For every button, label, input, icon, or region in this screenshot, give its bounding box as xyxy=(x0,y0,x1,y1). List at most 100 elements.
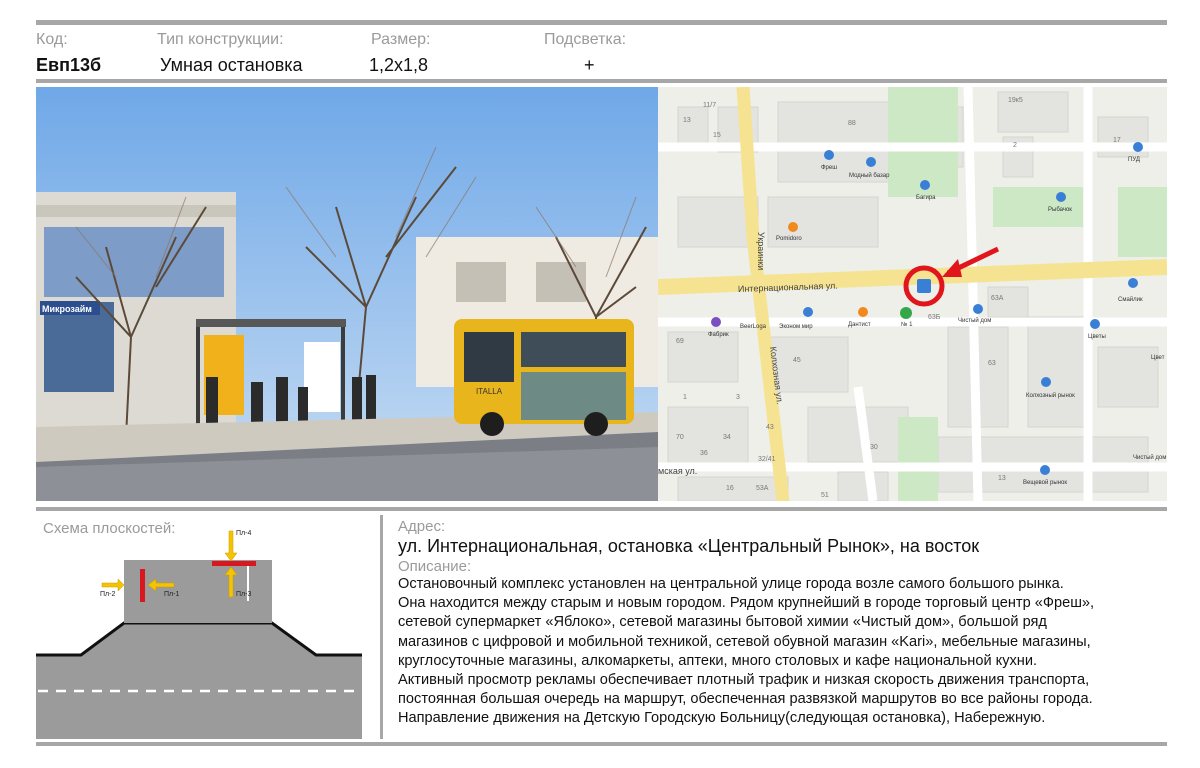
header-rule xyxy=(36,79,1167,83)
svg-text:Смайлик: Смайлик xyxy=(1118,296,1143,303)
svg-text:63: 63 xyxy=(988,360,996,367)
shop-icon xyxy=(1041,377,1051,387)
svg-text:70: 70 xyxy=(676,434,684,441)
shop-icon xyxy=(824,150,834,160)
plane-4-label: Пл-4 xyxy=(236,530,251,537)
svg-text:11/7: 11/7 xyxy=(703,102,716,109)
light-label: Подсветка: xyxy=(544,31,627,48)
svg-text:15: 15 xyxy=(713,132,721,139)
shop-icon xyxy=(1090,319,1100,329)
svg-text:Цвет: Цвет xyxy=(1151,355,1165,361)
bus: ITALLA xyxy=(454,319,634,436)
plane-2-arrow xyxy=(101,578,125,592)
svg-text:Вещевой рынок: Вещевой рынок xyxy=(1023,479,1067,486)
code-value: Евп13б xyxy=(36,55,102,75)
street-internatsionalnaya: Интернациональная ул. xyxy=(738,281,838,294)
description-line: Она находится между старым и новым город… xyxy=(398,595,1095,612)
svg-text:32/41: 32/41 xyxy=(758,456,776,463)
address-label: Адрес: xyxy=(398,518,446,535)
svg-text:BeerLoga: BeerLoga xyxy=(740,324,767,330)
plane-1-label: Пл-1 xyxy=(164,591,179,598)
plane-3-label: Пл-3 xyxy=(236,591,251,598)
svg-text:Pomidoro: Pomidoro xyxy=(776,236,802,242)
road xyxy=(36,623,362,739)
shop-icon xyxy=(1133,142,1143,152)
svg-text:19к5: 19к5 xyxy=(1008,97,1023,104)
svg-text:Модный базар: Модный базар xyxy=(849,172,890,179)
svg-text:53А: 53А xyxy=(756,485,769,492)
shop-icon xyxy=(1128,278,1138,288)
description-line: Остановочный комплекс установлен на цент… xyxy=(398,576,1064,592)
description-text: Остановочный комплекс установлен на цент… xyxy=(398,575,1168,729)
shop-icon xyxy=(788,222,798,232)
svg-text:16: 16 xyxy=(726,485,734,492)
description-line: круглосуточные магазины, алкомаркеты, ап… xyxy=(398,652,1038,669)
plane-4-panel xyxy=(212,561,256,566)
shop-icon xyxy=(1040,465,1050,475)
bus-label: ITALLA xyxy=(476,387,503,396)
svg-text:69: 69 xyxy=(676,338,684,345)
svg-text:88: 88 xyxy=(848,120,856,127)
pharmacy-icon xyxy=(900,307,912,319)
description-label: Описание: xyxy=(398,558,472,575)
type-label: Тип конструкции: xyxy=(157,31,284,48)
code-label: Код: xyxy=(36,31,68,48)
shop-icon xyxy=(803,307,813,317)
description-line: Активный просмотр рекламы обеспечивает п… xyxy=(398,672,1090,689)
street-ukrainskaya: Украинки xyxy=(756,232,766,270)
svg-text:Колхозный рынок: Колхозный рынок xyxy=(1026,392,1075,399)
svg-text:51: 51 xyxy=(821,492,829,499)
svg-text:Чистый дом: Чистый дом xyxy=(958,317,991,324)
svg-text:36: 36 xyxy=(700,450,708,457)
location-map: Интернациональная ул. Украинки Колхозная… xyxy=(658,87,1167,501)
svg-text:45: 45 xyxy=(793,357,801,364)
svg-text:43: 43 xyxy=(766,424,774,431)
svg-text:№ 1: № 1 xyxy=(901,321,913,328)
svg-text:ПУД: ПУД xyxy=(1128,157,1140,163)
svg-text:30: 30 xyxy=(870,444,878,451)
planes-scheme: Схема плоскостей: Пл-4 Пл-2 Пл-1 Пл-3 xyxy=(36,515,380,739)
shop-icon xyxy=(858,307,868,317)
svg-text:2: 2 xyxy=(1013,142,1017,149)
svg-text:63Б: 63Б xyxy=(928,314,941,321)
scheme-title: Схема плоскостей: xyxy=(43,520,175,537)
address-value: ул. Интернациональная, остановка «Центра… xyxy=(398,536,980,556)
description-line: сетевой супермаркет «Яблоко», сетевой ма… xyxy=(398,614,1047,631)
bus-stop-icon xyxy=(917,279,931,293)
shop-icon xyxy=(920,180,930,190)
plane-2-panel xyxy=(140,569,145,602)
svg-text:13: 13 xyxy=(998,475,1006,482)
svg-text:Чистый дом: Чистый дом xyxy=(1133,454,1166,461)
bus-stop-photo: Микрозайм ITALLA xyxy=(36,87,658,501)
info-panel: Адрес: ул. Интернациональная, остановка … xyxy=(398,518,1168,729)
description-line: постоянная большая очередь на маршрут, о… xyxy=(398,691,1093,708)
svg-text:Фреш: Фреш xyxy=(821,165,837,171)
svg-text:Фабрик: Фабрик xyxy=(708,332,729,338)
bottom-rule xyxy=(36,742,1167,746)
svg-text:34: 34 xyxy=(723,434,731,441)
svg-text:1: 1 xyxy=(683,394,687,401)
size-value: 1,2x1,8 xyxy=(369,55,429,75)
svg-text:Багира: Багира xyxy=(916,195,936,201)
shop-icon xyxy=(1056,192,1066,202)
top-rule xyxy=(36,20,1167,25)
plane-2-label: Пл-2 xyxy=(100,591,115,598)
svg-text:13: 13 xyxy=(683,117,691,124)
shop-icon xyxy=(711,317,721,327)
svg-text:Рыбачок: Рыбачок xyxy=(1048,207,1072,213)
description-line: Направление движения на Детскую Городску… xyxy=(398,710,1046,727)
type-value: Умная остановка xyxy=(160,55,303,75)
middle-rule xyxy=(36,507,1167,511)
size-label: Размер: xyxy=(371,31,431,48)
street-bottom-left: мская ул. xyxy=(658,466,697,476)
svg-text:Эконом мир: Эконом мир xyxy=(779,324,813,330)
description-line: магазинов с цифровой и мобильной технико… xyxy=(398,633,1091,650)
svg-text:Дантист: Дантист xyxy=(848,322,871,328)
svg-text:Цветы: Цветы xyxy=(1088,334,1106,340)
light-value: + xyxy=(584,55,595,75)
svg-text:17: 17 xyxy=(1113,137,1121,144)
section-divider xyxy=(380,515,383,739)
shop-icon xyxy=(973,304,983,314)
shop-icon xyxy=(866,157,876,167)
svg-text:63А: 63А xyxy=(991,295,1004,302)
